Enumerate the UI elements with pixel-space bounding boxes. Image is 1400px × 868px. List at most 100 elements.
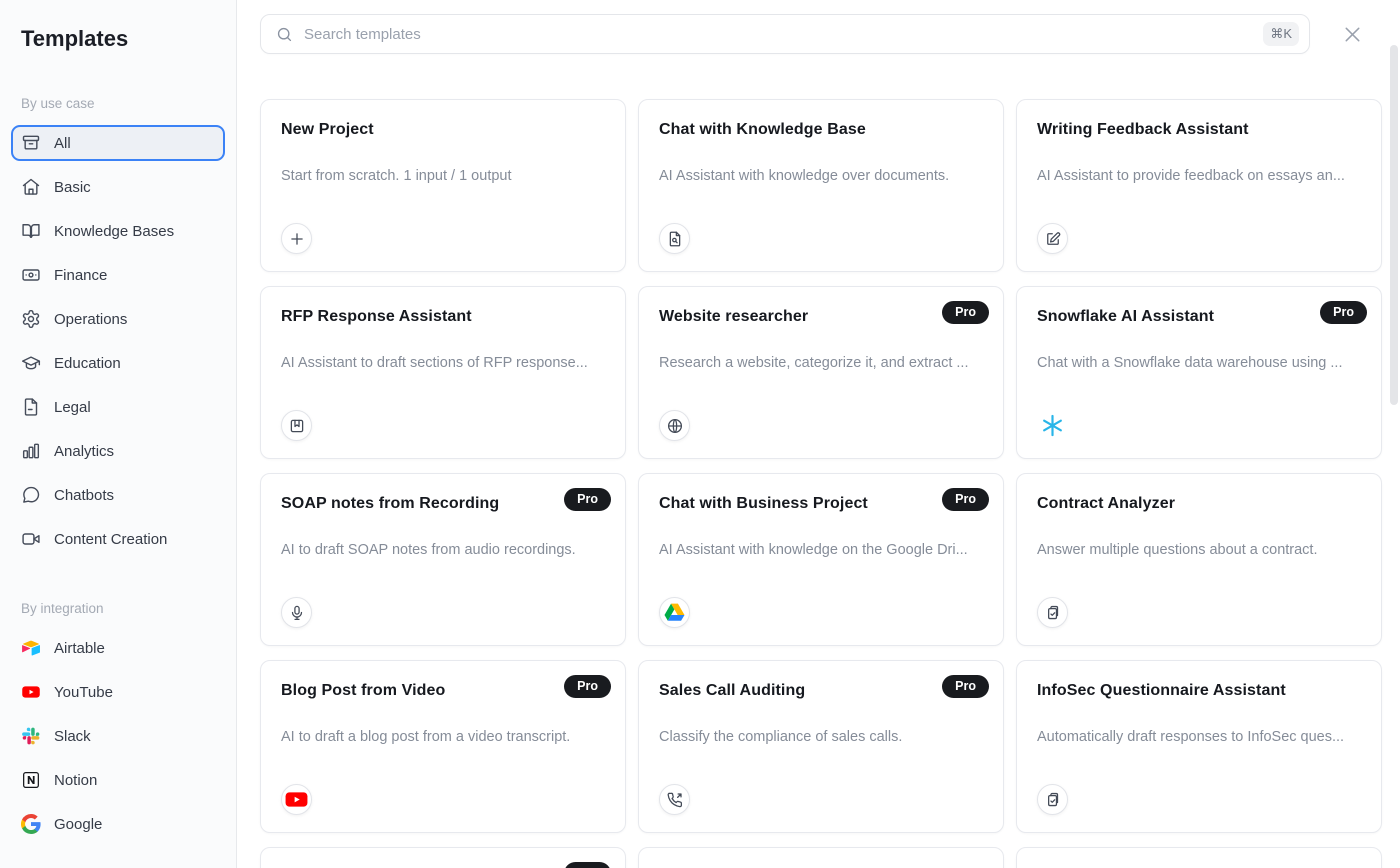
sidebar-section-label: By use case [11,96,225,111]
card-title: SOAP notes from Recording [281,495,605,513]
card-description: Classify the compliance of sales calls. [659,729,983,745]
card-title: Chat with Business Project [659,495,983,513]
template-card-soap-notes-from-recording[interactable]: SOAP notes from Recording Pro AI to draf… [260,473,626,646]
clipboard-check-icon [1037,784,1068,815]
video-camera-icon [21,529,41,549]
gear-icon [21,309,41,329]
template-card-partial[interactable]: Pro [260,847,626,868]
sidebar-item-notion[interactable]: Notion [11,762,225,798]
sidebar-item-chatbots[interactable]: Chatbots [11,477,225,513]
bookmark-square-icon [281,410,312,441]
template-card-chat-with-knowledge-base[interactable]: Chat with Knowledge Base AI Assistant wi… [638,99,1004,272]
card-title: RFP Response Assistant [281,308,605,326]
sidebar-item-content-creation[interactable]: Content Creation [11,521,225,557]
card-description: AI Assistant with knowledge over documen… [659,168,983,184]
plus-icon [281,223,312,254]
card-description: AI to draft a blog post from a video tra… [281,729,605,745]
scrollbar-thumb[interactable] [1390,45,1398,405]
sidebar-item-label: Education [54,355,121,372]
sidebar-item-basic[interactable]: Basic [11,169,225,205]
card-description: AI to draft SOAP notes from audio record… [281,542,605,558]
sidebar-item-google[interactable]: Google [11,806,225,842]
sidebar-item-education[interactable]: Education [11,345,225,381]
slack-logo-icon [21,726,41,746]
template-card-blog-post-from-video[interactable]: Blog Post from Video Pro AI to draft a b… [260,660,626,833]
page-title: Templates [11,26,225,52]
sidebar-item-legal[interactable]: Legal [11,389,225,425]
pro-badge: Pro [942,675,989,698]
template-card-new-project[interactable]: New Project Start from scratch. 1 input … [260,99,626,272]
template-card-partial[interactable] [1016,847,1382,868]
sidebar-item-analytics[interactable]: Analytics [11,433,225,469]
template-card-partial[interactable] [638,847,1004,868]
card-description: AI Assistant to provide feedback on essa… [1037,168,1361,184]
card-description: Chat with a Snowflake data warehouse usi… [1037,355,1361,371]
home-icon [21,177,41,197]
snowflake-icon [1037,410,1068,441]
youtube-logo-icon [281,784,312,815]
template-card-infosec-questionnaire-assistant[interactable]: InfoSec Questionnaire Assistant Automati… [1016,660,1382,833]
sidebar-item-label: Chatbots [54,487,114,504]
search-bar[interactable]: ⌘K [260,14,1310,54]
card-title: Sales Call Auditing [659,682,983,700]
microphone-icon [281,597,312,628]
pro-badge: Pro [942,488,989,511]
search-input[interactable] [304,26,1253,43]
sidebar-item-label: Slack [54,728,91,745]
sidebar-item-knowledge-bases[interactable]: Knowledge Bases [11,213,225,249]
card-description: Answer multiple questions about a contra… [1037,542,1361,558]
globe-icon [659,410,690,441]
template-card-chat-with-business-project[interactable]: Chat with Business Project Pro AI Assist… [638,473,1004,646]
graduation-cap-icon [21,353,41,373]
sidebar-item-finance[interactable]: Finance [11,257,225,293]
file-document-icon [21,397,41,417]
sidebar-item-operations[interactable]: Operations [11,301,225,337]
card-title: Website researcher [659,308,983,326]
bar-chart-icon [21,441,41,461]
sidebar-item-label: All [54,135,71,152]
sidebar-item-label: Content Creation [54,531,167,548]
sidebar-item-label: Basic [54,179,91,196]
card-title: Snowflake AI Assistant [1037,308,1361,326]
sidebar-item-label: Operations [54,311,127,328]
sidebar-item-label: Google [54,816,102,833]
pro-badge: Pro [942,301,989,324]
template-card-sales-call-auditing[interactable]: Sales Call Auditing Pro Classify the com… [638,660,1004,833]
template-card-contract-analyzer[interactable]: Contract Analyzer Answer multiple questi… [1016,473,1382,646]
card-title: InfoSec Questionnaire Assistant [1037,682,1361,700]
template-card-snowflake-ai-assistant[interactable]: Snowflake AI Assistant Pro Chat with a S… [1016,286,1382,459]
template-card-writing-feedback-assistant[interactable]: Writing Feedback Assistant AI Assistant … [1016,99,1382,272]
card-title: Writing Feedback Assistant [1037,121,1361,139]
close-button[interactable] [1335,17,1369,51]
pro-badge: Pro [1320,301,1367,324]
card-description: Automatically draft responses to InfoSec… [1037,729,1361,745]
sidebar-item-label: Knowledge Bases [54,223,174,240]
notion-logo-icon [21,770,41,790]
topbar: ⌘K [260,14,1400,54]
card-title: Chat with Knowledge Base [659,121,983,139]
chat-bubble-icon [21,485,41,505]
sidebar-item-label: YouTube [54,684,113,701]
sidebar-item-slack[interactable]: Slack [11,718,225,754]
pro-badge: Pro [564,675,611,698]
youtube-logo-icon [21,682,41,702]
scrollbar[interactable] [1390,0,1398,868]
template-card-website-researcher[interactable]: Website researcher Pro Research a websit… [638,286,1004,459]
sidebar-section-label: By integration [11,601,225,616]
google-drive-icon [659,597,690,628]
pro-badge: Pro [564,862,611,868]
edit-pencil-icon [1037,223,1068,254]
sidebar-item-youtube[interactable]: YouTube [11,674,225,710]
card-description: AI Assistant with knowledge on the Googl… [659,542,983,558]
sidebar-item-airtable[interactable]: Airtable [11,630,225,666]
card-description: Start from scratch. 1 input / 1 output [281,168,605,184]
phone-outgoing-icon [659,784,690,815]
sidebar-item-all[interactable]: All [11,125,225,161]
templates-modal: Templates By use case All Basic Knowledg… [0,0,1400,868]
search-icon [275,25,294,44]
sidebar: Templates By use case All Basic Knowledg… [0,0,237,868]
template-card-rfp-response-assistant[interactable]: RFP Response Assistant AI Assistant to d… [260,286,626,459]
sidebar-item-label: Legal [54,399,91,416]
card-title: New Project [281,121,605,139]
google-logo-icon [21,814,41,834]
